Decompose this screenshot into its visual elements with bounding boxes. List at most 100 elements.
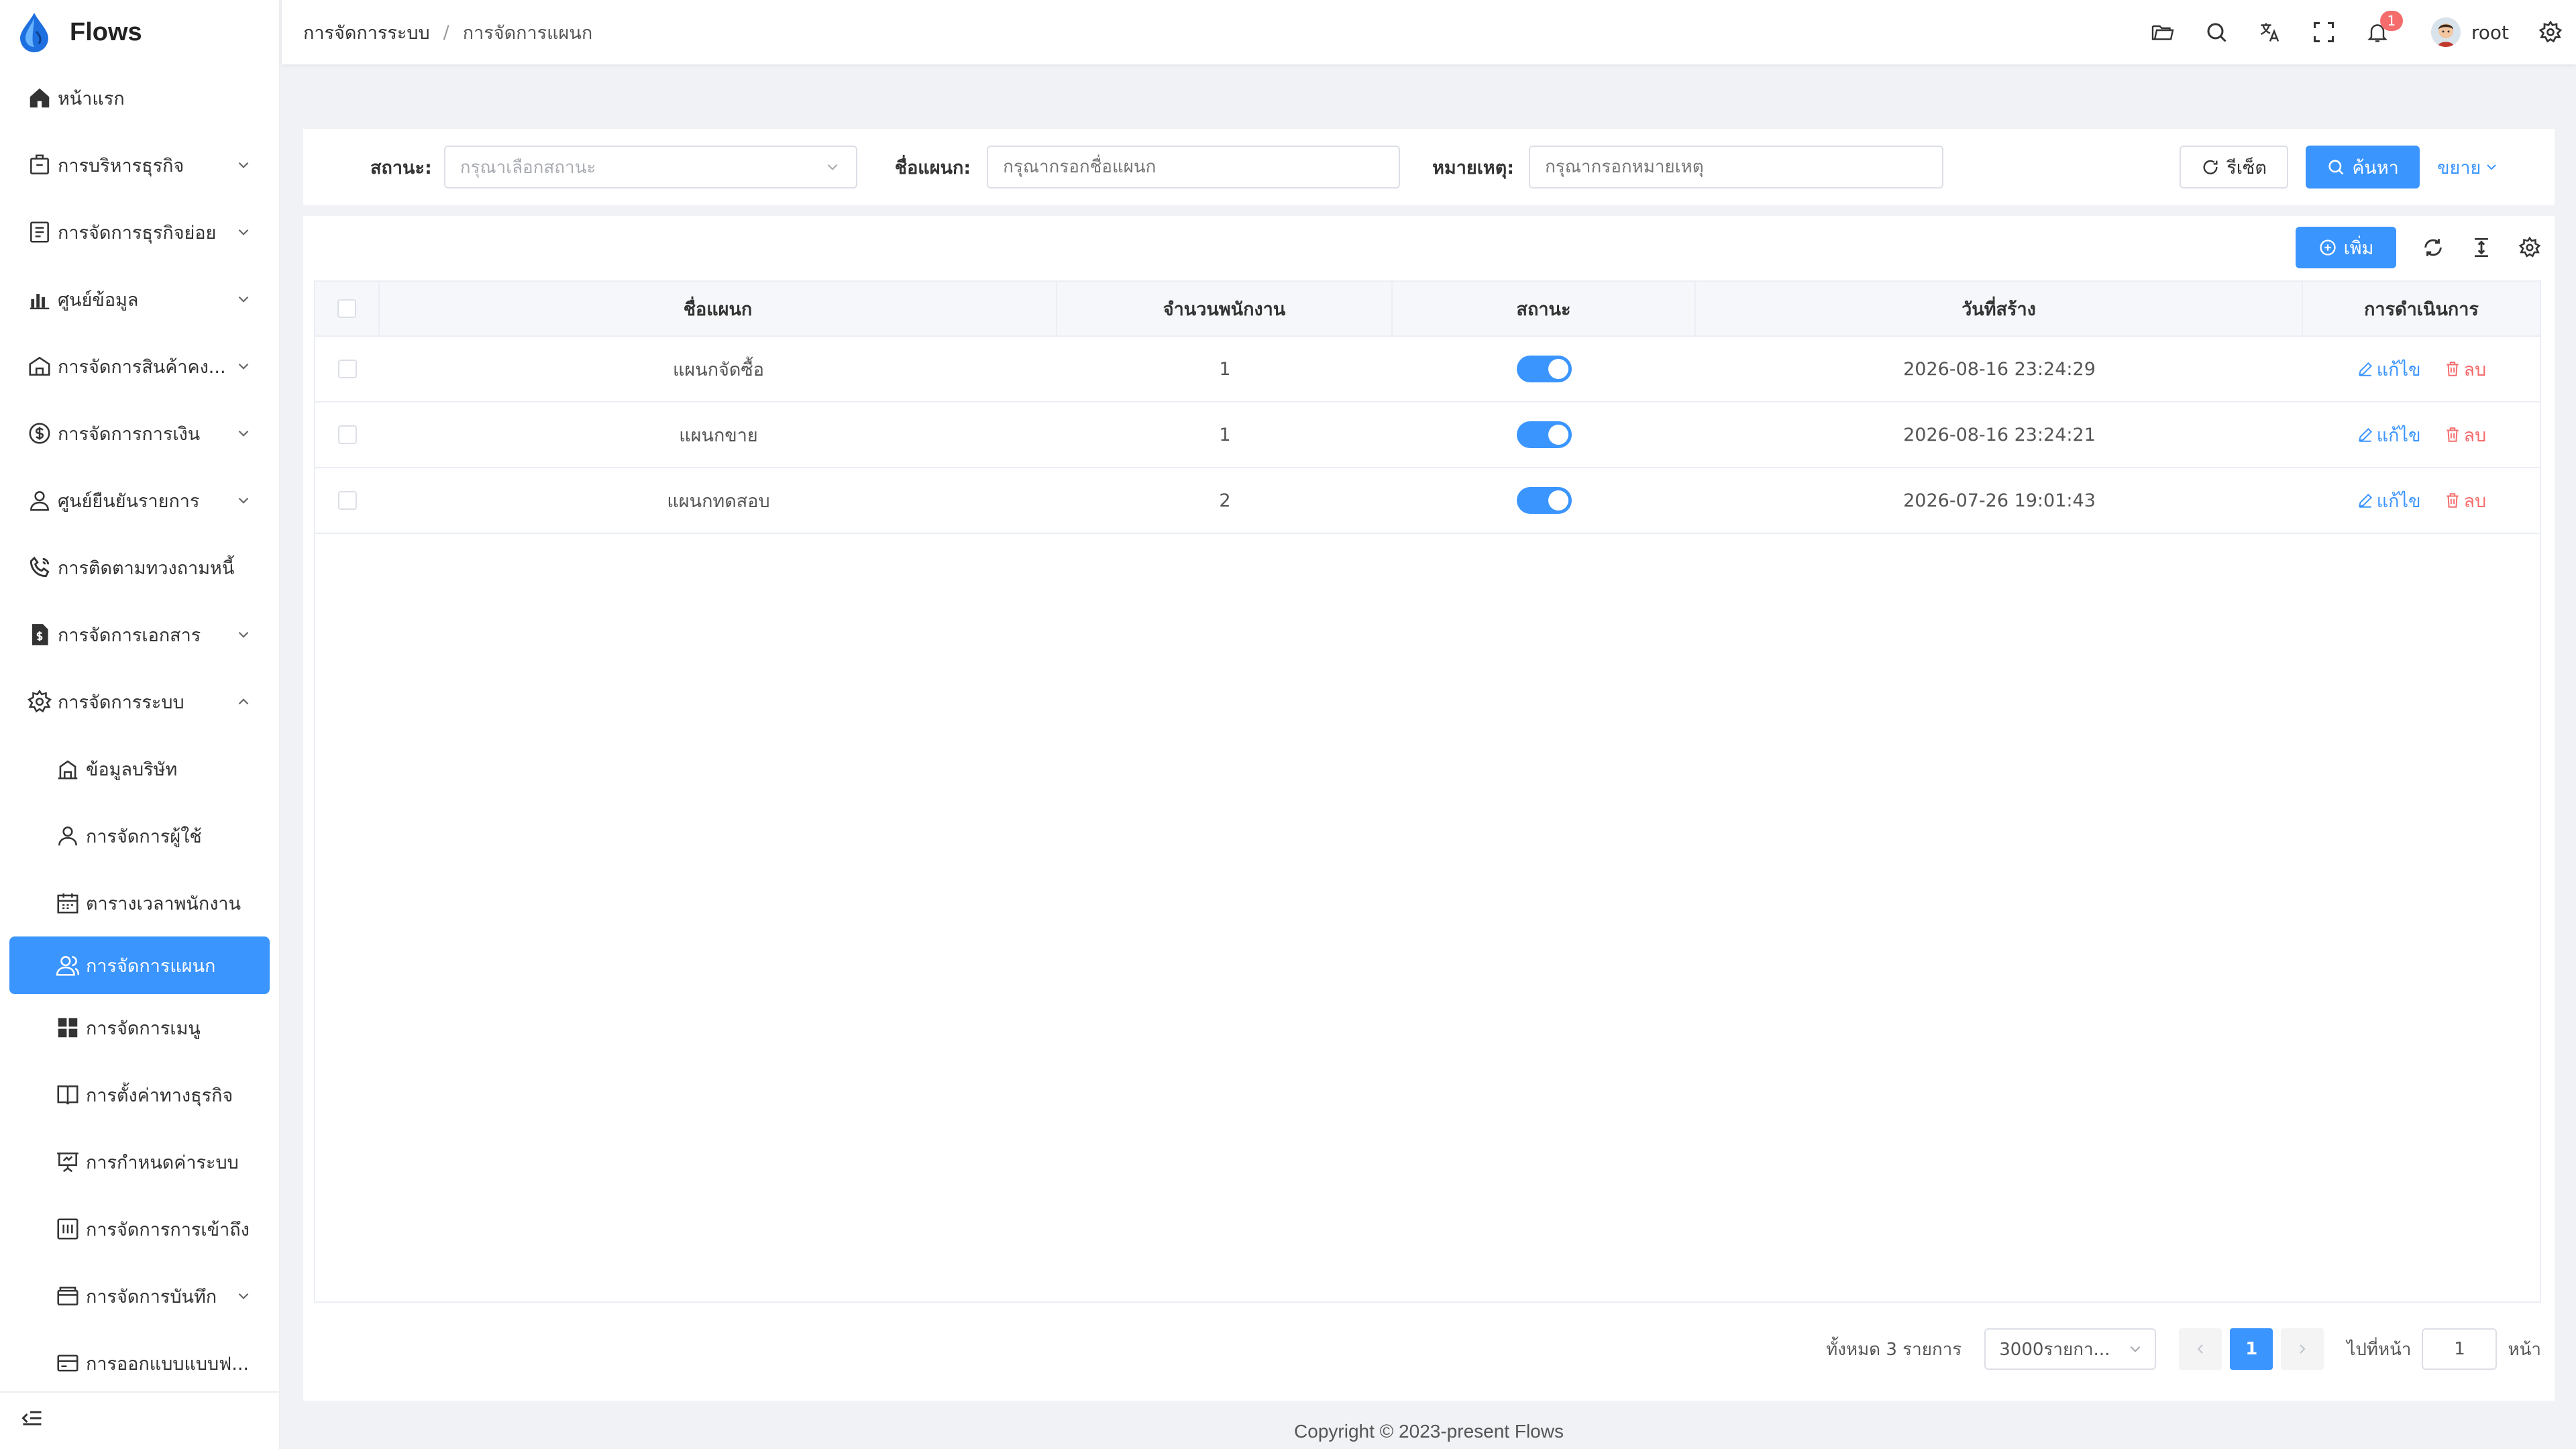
sidebar-item-system-management[interactable]: การจัดการระบบ (0, 668, 279, 735)
status-cell (1393, 402, 1696, 467)
delete-button[interactable]: ลบ (2444, 355, 2486, 384)
breadcrumb-item-parent[interactable]: การจัดการระบบ (303, 18, 430, 47)
sidebar-item-inventory[interactable]: การจัดการสินค้าคง... (0, 333, 279, 400)
breadcrumb-separator: / (443, 21, 449, 43)
sidebar-item-label: การจัดการสินค้าคง... (58, 356, 226, 378)
sidebar-item-documents[interactable]: การจัดการเอกสาร (0, 601, 279, 668)
sidebar-subitem-system-config[interactable]: การกำหนดค่าระบบ (0, 1128, 279, 1195)
top-header: การจัดการระบบ / การจัดการแผนก 1 root (282, 0, 2576, 64)
select-all-checkbox[interactable] (337, 299, 356, 318)
row-checkbox[interactable] (338, 491, 357, 510)
delete-button-label: ลบ (2463, 490, 2487, 512)
search-icon[interactable] (2204, 20, 2229, 44)
status-toggle[interactable] (1517, 487, 1572, 514)
row-checkbox[interactable] (338, 425, 357, 444)
sidebar-subitem-company-info[interactable]: ข้อมูลบริษัท (0, 735, 279, 802)
settings-icon[interactable] (2518, 236, 2541, 259)
avatar (2430, 17, 2461, 47)
status-toggle[interactable] (1517, 356, 1572, 382)
header-select-cell (315, 282, 380, 335)
sidebar-item-label: การจัดการเอกสาร (58, 625, 201, 646)
user-check-icon (30, 491, 49, 511)
sidebar-subitem-menu-management[interactable]: การจัดการเมนู (0, 994, 279, 1061)
sidebar-item-label: หน้าแรก (58, 88, 125, 109)
trash-icon (2446, 493, 2459, 508)
dept-name-cell: แผนกทดสอบ (667, 490, 770, 512)
home-icon (30, 88, 50, 108)
goto-page-input[interactable]: 1 (2422, 1328, 2498, 1370)
app-logo[interactable]: Flows (0, 0, 279, 64)
search-button[interactable]: ค้นหา (2306, 146, 2420, 189)
sidebar-item-data-center[interactable]: ศูนย์ข้อมูล (0, 266, 279, 333)
user-menu[interactable]: root (2430, 17, 2509, 47)
sidebar-item-label: การตั้งค่าทางธุรกิจ (86, 1085, 233, 1106)
column-header-status: สถานะ (1393, 282, 1696, 335)
sidebar-subitem-department-management[interactable]: การจัดการแผนก (9, 936, 270, 994)
dept-name-cell: แผนกขาย (679, 425, 758, 446)
app-name: Flows (70, 17, 142, 46)
sidebar-item-label: การกำหนดค่าระบบ (86, 1152, 239, 1173)
chevron-down-icon (2487, 164, 2497, 170)
sidebar-subitem-form-design[interactable]: การออกแบบแบบฟ... (0, 1330, 279, 1393)
page-number-button[interactable]: 1 (2230, 1328, 2273, 1370)
collapse-menu-icon[interactable] (20, 1406, 44, 1430)
column-height-icon[interactable] (2470, 236, 2493, 259)
page-size-value: 3000รายกา... (1999, 1339, 2110, 1360)
prev-page-button[interactable] (2179, 1328, 2222, 1370)
edit-button[interactable]: แก้ไข (2357, 486, 2421, 515)
next-page-button[interactable] (2281, 1328, 2324, 1370)
sidebar-item-debt-collection[interactable]: การติดตามทวงถามหนี้ (0, 534, 279, 601)
sidebar-subitem-log-management[interactable]: การจัดการบันทึก (0, 1263, 279, 1330)
fullscreen-icon[interactable] (2312, 20, 2336, 44)
expand-link-label: ขยาย (2437, 157, 2481, 178)
folder-icon[interactable] (2151, 20, 2175, 44)
document-list-icon (30, 221, 49, 243)
status-select-placeholder: กรุณาเลือกสถานะ (460, 157, 596, 178)
add-button[interactable]: เพิ่ม (2296, 227, 2396, 268)
sidebar-item-label: การจัดการแผนก (86, 955, 216, 977)
chevron-down-icon (238, 162, 249, 168)
status-select[interactable]: กรุณาเลือกสถานะ (443, 146, 857, 189)
delete-button[interactable]: ลบ (2444, 421, 2486, 449)
sidebar-item-label: การจัดการการเงิน (58, 423, 201, 445)
chevron-down-icon (827, 164, 838, 170)
settings-icon[interactable] (2538, 20, 2563, 44)
user-icon (58, 826, 77, 846)
sidebar-subitem-access-management[interactable]: การจัดการการเข้าถึง (0, 1195, 279, 1263)
status-toggle[interactable] (1517, 421, 1572, 448)
notification-bell[interactable]: 1 (2365, 11, 2403, 44)
employee-count-cell: 1 (1219, 424, 1231, 445)
edit-icon (2358, 493, 2372, 508)
trash-icon (2446, 362, 2459, 376)
expand-link[interactable]: ขยาย (2437, 153, 2500, 182)
delete-button[interactable]: ลบ (2444, 486, 2487, 515)
sidebar-subitem-user-management[interactable]: การจัดการผู้ใช้ (0, 802, 279, 869)
chevron-left-icon (2197, 1344, 2203, 1354)
sidebar-item-business-management[interactable]: การบริหารธุรกิจ (0, 131, 279, 199)
note-input[interactable] (1529, 146, 1944, 189)
edit-button[interactable]: แก้ไข (2357, 355, 2421, 384)
created-date-cell: 2026-08-16 23:24:21 (1903, 424, 2096, 445)
dept-name-input[interactable] (987, 146, 1401, 189)
row-checkbox[interactable] (338, 360, 357, 378)
edit-button[interactable]: แก้ไข (2357, 421, 2421, 449)
sidebar-subitem-business-settings[interactable]: การตั้งค่าทางธุรกิจ (0, 1061, 279, 1128)
sidebar-subitem-employee-schedule[interactable]: ตารางเวลาพนักงาน (0, 869, 279, 936)
page-suffix-label: หน้า (2508, 1339, 2541, 1360)
sidebar-item-confirmation-center[interactable]: ศูนย์ยืนยันรายการ (0, 467, 279, 534)
sidebar-item-sub-business[interactable]: การจัดการธุรกิจย่อย (0, 199, 279, 266)
pagination-total: ทั้งหมด 3 รายการ (1826, 1339, 1962, 1360)
edit-button-label: แก้ไข (2376, 490, 2421, 512)
sidebar-item-finance[interactable]: การจัดการการเงิน (0, 400, 279, 467)
chevron-down-icon (238, 631, 249, 638)
search-button-label: ค้นหา (2352, 157, 2399, 178)
actions-cell: แก้ไข ลบ (2303, 402, 2540, 467)
refresh-icon[interactable] (2422, 236, 2445, 259)
add-button-label: เพิ่ม (2343, 237, 2374, 259)
reset-button[interactable]: รีเซ็ต (2180, 146, 2289, 189)
actions-cell: แก้ไข ลบ (2303, 468, 2540, 533)
translate-icon[interactable] (2258, 20, 2282, 44)
page-size-select[interactable]: 3000รายกา... (1984, 1328, 2157, 1370)
file-dollar-icon (32, 624, 48, 645)
sidebar-item-home[interactable]: หน้าแรก (0, 64, 279, 131)
